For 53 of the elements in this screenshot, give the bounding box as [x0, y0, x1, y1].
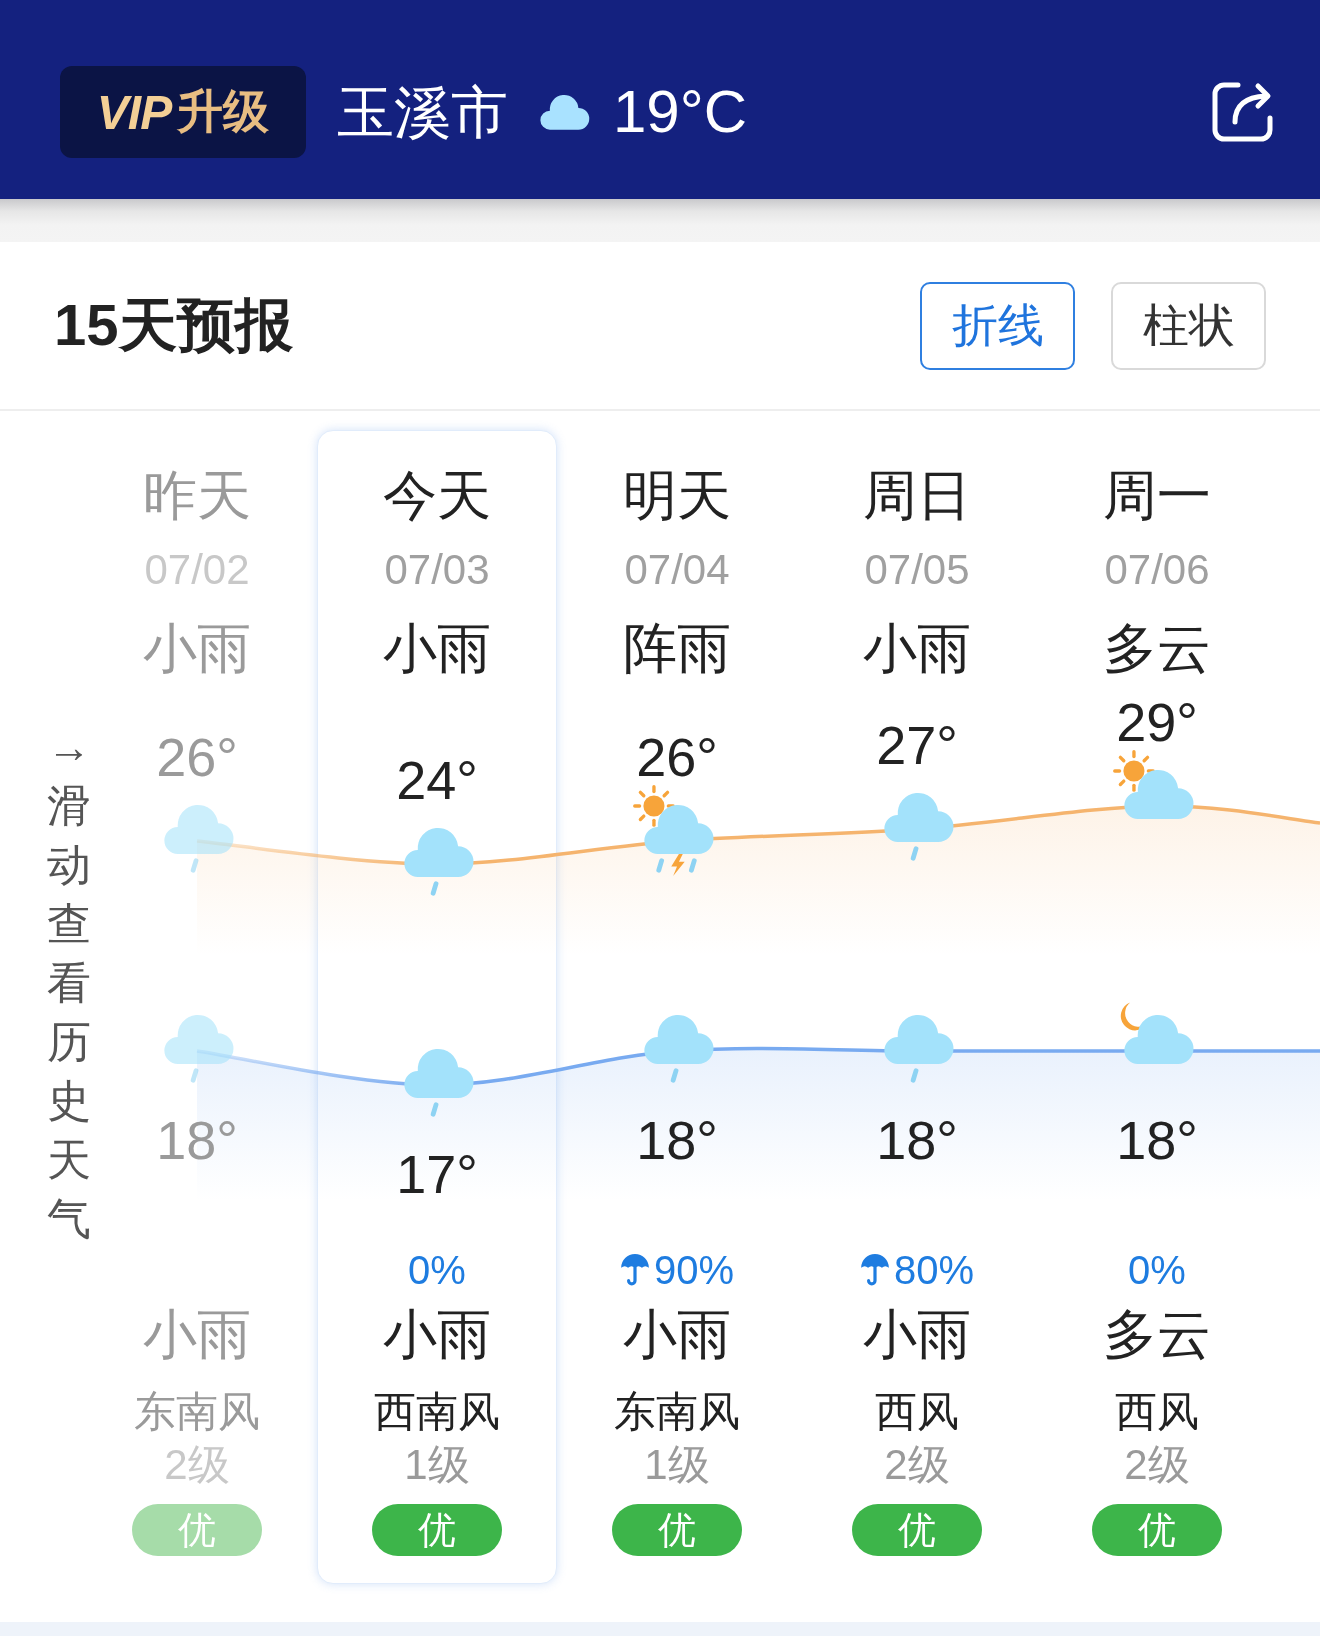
wind-level: 1级 [644, 1440, 710, 1490]
day-date: 07/05 [864, 545, 970, 595]
day-condition: 多云 [1103, 617, 1211, 680]
day-condition: 小雨 [863, 617, 971, 680]
wind-level: 1级 [404, 1440, 470, 1490]
precipitation-chance: 80% [893, 1247, 975, 1294]
day-condition: 小雨 [143, 617, 251, 680]
night-condition: 小雨 [623, 1303, 731, 1366]
low-temperature-label: 18° [155, 1110, 239, 1170]
low-temperature-label: 17° [395, 1144, 479, 1204]
night-condition: 小雨 [143, 1303, 251, 1366]
day-date: 07/03 [384, 545, 490, 595]
air-quality-badge: 优 [612, 1504, 742, 1556]
wind-level: 2级 [884, 1440, 950, 1490]
day-name[interactable]: 周一 [1103, 463, 1211, 527]
low-temperature-label: 18° [875, 1110, 959, 1170]
air-quality-badge: 优 [372, 1504, 502, 1556]
history-scroll-hint: →滑动查看历史天气 [47, 721, 91, 1245]
chart-view-tab[interactable]: 柱状 [1111, 281, 1266, 370]
night-condition: 小雨 [383, 1303, 491, 1366]
day-name[interactable]: 今天 [383, 463, 491, 527]
wind-direction: 东南风 [134, 1387, 260, 1437]
day-name[interactable]: 周日 [863, 463, 971, 527]
chart-view-tab[interactable]: 折线 [920, 281, 1075, 370]
day-date: 07/06 [1104, 545, 1210, 595]
high-temperature-label: 24° [395, 750, 479, 810]
wind-direction: 东南风 [614, 1387, 740, 1437]
low-temperature-label: 18° [635, 1110, 719, 1170]
night-condition: 小雨 [863, 1303, 971, 1366]
air-quality-badge: 优 [132, 1504, 262, 1556]
current-temperature: 19°C [613, 82, 748, 142]
high-temperature-label: 29° [1115, 692, 1199, 752]
air-quality-badge: 优 [852, 1504, 982, 1556]
forecast-title: 15天预报 [54, 290, 293, 359]
precipitation-chance: 0% [1128, 1247, 1186, 1294]
precipitation-chance: 0% [408, 1247, 466, 1294]
low-temperature-label: 18° [1115, 1110, 1199, 1170]
high-temperature-label: 27° [875, 715, 959, 775]
high-temperature-label: 26° [635, 727, 719, 787]
day-date: 07/04 [624, 545, 730, 595]
wind-direction: 西风 [1115, 1387, 1199, 1437]
precipitation-chance: 90% [653, 1247, 735, 1294]
high-temperature-label: 26° [155, 727, 239, 787]
vip-upgrade-button[interactable]: VIP升级 [60, 66, 306, 158]
wind-direction: 西南风 [374, 1387, 500, 1437]
day-name[interactable]: 明天 [623, 463, 731, 527]
air-quality-badge: 优 [1092, 1504, 1222, 1556]
night-condition: 多云 [1103, 1303, 1211, 1366]
wind-direction: 西风 [875, 1387, 959, 1437]
city-name: 玉溪市 [337, 83, 508, 141]
day-condition: 小雨 [383, 617, 491, 680]
day-condition: 阵雨 [623, 617, 731, 680]
wind-level: 2级 [1124, 1440, 1190, 1490]
